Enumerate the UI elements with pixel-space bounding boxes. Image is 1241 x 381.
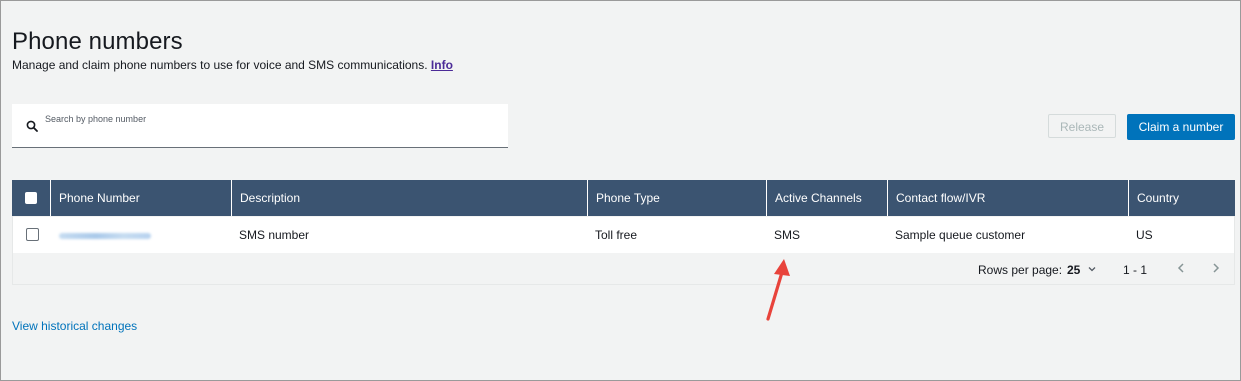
rows-per-page-label: Rows per page: xyxy=(978,263,1063,277)
page-description: Manage and claim phone numbers to use fo… xyxy=(12,58,453,72)
select-all-cell xyxy=(12,180,50,216)
page-range: 1 - 1 xyxy=(1123,263,1148,277)
phone-type-cell: Toll free xyxy=(595,228,638,242)
phone-number-cell[interactable] xyxy=(51,217,232,253)
page-title: Phone numbers xyxy=(12,28,183,55)
rows-per-page-select[interactable]: 25 xyxy=(1067,263,1080,277)
phone-numbers-table: Phone Number Description Phone Type Acti… xyxy=(12,180,1235,285)
chevron-right-icon[interactable] xyxy=(1209,261,1223,275)
chevron-down-icon[interactable] xyxy=(1087,264,1097,274)
column-header-phone-number[interactable]: Phone Number xyxy=(50,180,231,216)
active-channels-cell: SMS xyxy=(774,228,801,242)
claim-number-button[interactable]: Claim a number xyxy=(1127,114,1235,140)
search-icon xyxy=(26,120,38,132)
contact-flow-cell: Sample queue customer xyxy=(895,228,1026,242)
search-placeholder: Search by phone number xyxy=(45,114,147,124)
table-header: Phone Number Description Phone Type Acti… xyxy=(12,180,1235,216)
view-historical-changes-link[interactable]: View historical changes xyxy=(12,319,137,333)
page-frame: Phone numbers Manage and claim phone num… xyxy=(0,0,1241,381)
column-header-active-channels[interactable]: Active Channels xyxy=(766,180,887,216)
row-checkbox[interactable] xyxy=(26,228,39,241)
description-cell: SMS number xyxy=(239,228,310,242)
info-link[interactable]: Info xyxy=(431,58,453,72)
column-header-country[interactable]: Country xyxy=(1128,180,1235,216)
column-header-contact-flow[interactable]: Contact flow/IVR xyxy=(887,180,1128,216)
redacted-phone-number[interactable] xyxy=(59,232,151,239)
table-row[interactable]: SMS number Toll free SMS Sample queue cu… xyxy=(13,217,1234,253)
description-text: Manage and claim phone numbers to use fo… xyxy=(12,58,428,72)
annotation-arrow-icon xyxy=(766,259,790,321)
country-cell: US xyxy=(1136,228,1153,242)
column-header-description[interactable]: Description xyxy=(231,180,587,216)
chevron-left-icon[interactable] xyxy=(1174,261,1188,275)
search-input[interactable]: Search by phone number xyxy=(12,104,508,148)
select-all-checkbox[interactable] xyxy=(25,192,37,204)
column-header-phone-type[interactable]: Phone Type xyxy=(587,180,766,216)
pagination: Rows per page: 25 1 - 1 xyxy=(13,253,1234,285)
release-button[interactable]: Release xyxy=(1048,114,1116,138)
